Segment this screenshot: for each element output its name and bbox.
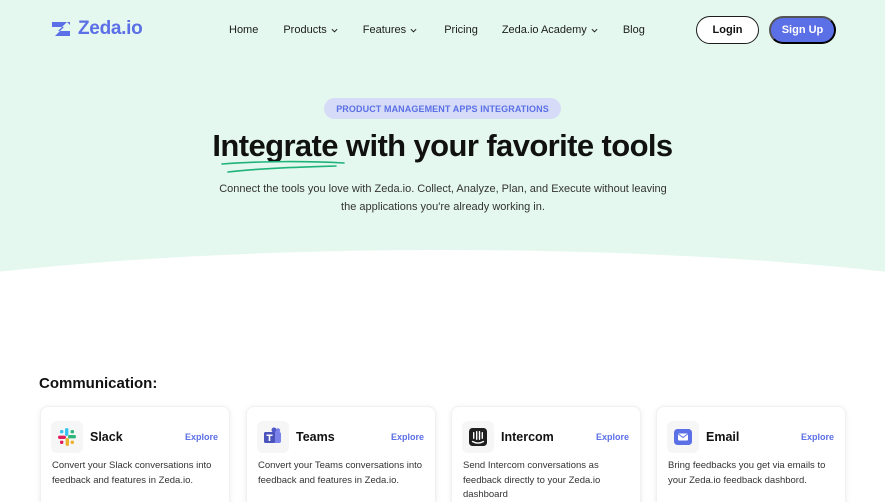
integration-card-email[interactable]: Email Explore Bring feedbacks you get vi…: [656, 406, 846, 502]
zeda-logo-icon: [52, 22, 70, 36]
integration-card-teams[interactable]: Teams Explore Convert your Teams convers…: [246, 406, 436, 502]
card-title: Slack: [90, 430, 123, 444]
main-nav: Home Products Features Pricing Zeda.io A…: [229, 24, 645, 36]
card-description: Convert your Slack conversations into fe…: [52, 460, 212, 486]
explore-link[interactable]: Explore: [801, 432, 834, 442]
card-icon-container: [51, 421, 83, 453]
nav-products-label: Products: [283, 24, 327, 36]
card-icon-container: [257, 421, 289, 453]
hero-subtitle: Connect the tools you love with Zeda.io.…: [219, 183, 667, 213]
integration-card-slack[interactable]: Slack Explore Convert your Slack convers…: [40, 406, 230, 502]
nav-features-label: Features: [362, 24, 407, 36]
slack-icon: [58, 428, 76, 446]
integration-card-intercom[interactable]: Intercom Explore Send Intercom conversat…: [451, 406, 641, 502]
card-description: Send Intercom conversations as feedback …: [463, 460, 601, 501]
card-icon-container: [667, 421, 699, 453]
login-button[interactable]: Login: [696, 16, 759, 44]
site-header: Zeda.io Home Products Features Pricing Z…: [0, 0, 885, 62]
brand-logo[interactable]: Zeda.io: [49, 17, 143, 41]
chevron-down-icon: [591, 28, 598, 33]
card-description: Convert your Teams conversations into fe…: [258, 460, 423, 486]
email-icon: [674, 429, 692, 445]
explore-link[interactable]: Explore: [185, 432, 218, 442]
category-pill: PRODUCT MANAGEMENT APPS INTEGRATIONS: [324, 98, 561, 119]
nav-blog-label: Blog: [622, 24, 645, 36]
nav-academy[interactable]: Zeda.io Academy: [502, 24, 598, 36]
nav-academy-label: Zeda.io Academy: [501, 24, 587, 36]
nav-pricing-label: Pricing: [444, 24, 478, 36]
nav-products[interactable]: Products: [283, 24, 338, 36]
section-title: Communication:: [39, 375, 158, 392]
explore-link[interactable]: Explore: [391, 432, 424, 442]
scribble-underline-icon: [221, 160, 345, 173]
nav-home[interactable]: Home: [229, 24, 258, 36]
teams-icon: [264, 427, 281, 443]
brand-name: Zeda.io: [78, 18, 143, 39]
chevron-down-icon: [410, 28, 417, 33]
card-title: Email: [706, 430, 740, 444]
signup-button[interactable]: Sign Up: [769, 16, 836, 44]
chevron-down-icon: [331, 28, 338, 33]
nav-home-label: Home: [229, 24, 259, 36]
card-description: Bring feedbacks you get via emails to yo…: [668, 460, 826, 486]
explore-link[interactable]: Explore: [596, 432, 629, 442]
card-title: Teams: [296, 430, 335, 444]
intercom-icon: [469, 428, 487, 446]
card-title: Intercom: [501, 430, 554, 444]
page-title: Integrate with your favorite tools: [212, 128, 673, 163]
nav-features[interactable]: Features: [363, 24, 417, 36]
nav-pricing[interactable]: Pricing: [444, 24, 478, 36]
nav-blog[interactable]: Blog: [623, 24, 645, 36]
card-icon-container: [462, 421, 494, 453]
